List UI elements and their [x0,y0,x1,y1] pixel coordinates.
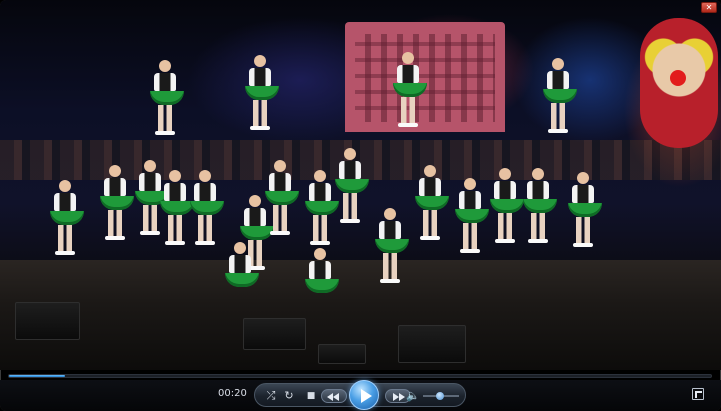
stage-speaker [15,302,80,340]
video-frame[interactable] [0,0,721,370]
dancer [305,248,339,293]
clown-nose [670,70,686,86]
dancer [375,208,409,283]
speaker-icon[interactable]: 🔈 [405,388,421,404]
dancer [150,60,184,135]
previous-icon[interactable] [321,389,347,403]
shuffle-icon[interactable]: ⤮ [263,388,279,404]
stage-speaker [318,344,366,364]
player-controls: 00:20 ⤮ ↻ ■ 🔈 [0,380,721,411]
close-button[interactable]: ✕ [701,2,717,13]
dancer [305,170,339,245]
seek-bar[interactable] [8,374,712,378]
dancer [265,160,299,235]
dancer [100,165,134,240]
dancer [490,168,524,243]
dancer [245,55,279,130]
dancer [568,172,602,247]
dancer [225,242,259,287]
dancer [190,170,224,245]
dancer [415,165,449,240]
repeat-icon[interactable]: ↻ [281,388,297,404]
volume-slider[interactable] [423,392,459,400]
dancer [543,58,577,133]
dancer [523,168,557,243]
dancer [50,180,84,255]
seek-progress [9,375,66,377]
stage-backdrop-castle [345,22,505,132]
stop-icon[interactable]: ■ [303,388,319,404]
stage-speaker [243,318,306,350]
volume-knob[interactable] [435,392,444,400]
stage-speaker [398,325,466,363]
media-player-window: ✕ 00:20 ⤮ ↻ ■ 🔈 [0,0,721,411]
dancer [160,170,194,245]
fullscreen-icon[interactable] [692,388,704,400]
transport-cluster: ⤮ ↻ ■ 🔈 [254,380,466,410]
dancer [455,178,489,253]
current-time: 00:20 [218,388,247,399]
dancer [335,148,369,223]
play-icon[interactable] [349,380,379,410]
dancer [393,52,427,127]
close-icon: ✕ [705,3,713,12]
